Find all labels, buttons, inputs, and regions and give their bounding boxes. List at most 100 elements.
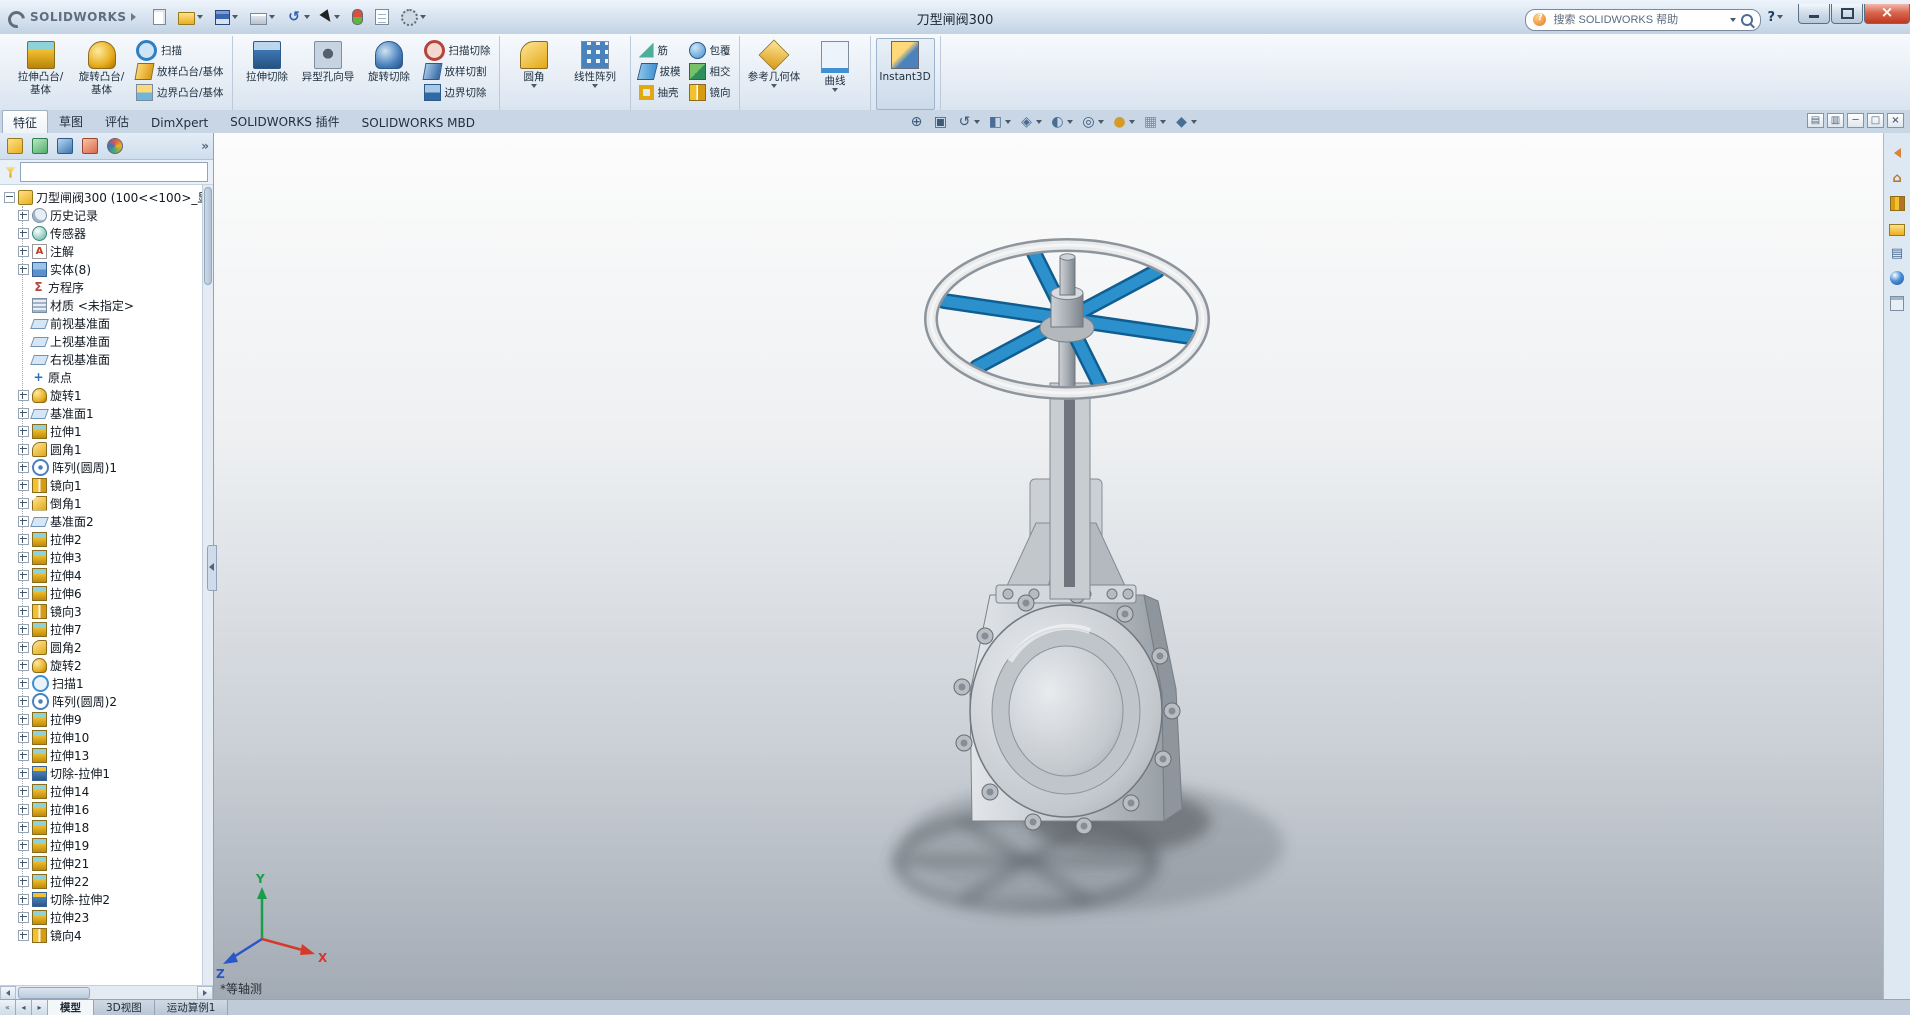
feature-tree-item[interactable]: 上视基准面 <box>0 332 213 350</box>
quick-access-button[interactable] <box>398 7 429 28</box>
ribbon-button[interactable]: 圆角 <box>505 38 564 110</box>
ribbon-button[interactable]: 边界切除 <box>421 82 494 102</box>
manager-tab[interactable] <box>29 135 51 157</box>
ribbon-button[interactable]: 旋转凸台/基体 <box>72 38 131 110</box>
feature-tree-item[interactable]: 材质 <未指定> <box>0 296 213 314</box>
expand-icon[interactable] <box>18 210 29 221</box>
expand-icon[interactable] <box>18 732 29 743</box>
expand-icon[interactable] <box>18 858 29 869</box>
expand-icon[interactable] <box>18 606 29 617</box>
ribbon-button[interactable]: 拔模 <box>636 61 684 81</box>
chevron-down-icon[interactable] <box>1129 120 1135 124</box>
feature-tree-item[interactable]: 历史记录 <box>0 206 213 224</box>
scroll-left-button[interactable] <box>0 986 16 1000</box>
feature-tree-item[interactable]: 拉伸3 <box>0 548 213 566</box>
close-button[interactable] <box>1864 4 1910 24</box>
task-pane-button[interactable] <box>1886 142 1908 164</box>
doc-restore-icon[interactable] <box>1867 113 1884 128</box>
view-toolbar-button[interactable] <box>905 112 928 131</box>
manager-tab[interactable] <box>4 135 26 157</box>
manager-tab[interactable] <box>79 135 101 157</box>
split-horizontal-icon[interactable] <box>1807 113 1824 128</box>
feature-tree-item[interactable]: 拉伸22 <box>0 872 213 890</box>
feature-tree-item[interactable]: 基准面1 <box>0 404 213 422</box>
ribbon-button[interactable]: 线性阵列 <box>566 38 625 110</box>
ribbon-button[interactable]: 筋 <box>636 40 684 60</box>
expand-icon[interactable] <box>18 912 29 923</box>
feature-tree-item[interactable]: 拉伸9 <box>0 710 213 728</box>
feature-tree-item[interactable]: 拉伸19 <box>0 836 213 854</box>
panel-splitter[interactable] <box>207 545 217 591</box>
feature-tree-item[interactable]: 前视基准面 <box>0 314 213 332</box>
ribbon-button[interactable]: 拉伸切除 <box>238 38 297 110</box>
expand-icon[interactable] <box>18 624 29 635</box>
first-tab-icon[interactable] <box>0 1000 16 1015</box>
collapse-icon[interactable] <box>4 192 15 203</box>
expand-icon[interactable] <box>18 480 29 491</box>
valve-body[interactable] <box>954 329 1182 834</box>
feature-tree-item[interactable]: 拉伸23 <box>0 908 213 926</box>
task-pane-button[interactable] <box>1886 217 1908 239</box>
expand-icon[interactable] <box>18 876 29 887</box>
command-tab[interactable]: 特征 <box>2 110 48 134</box>
expand-icon[interactable] <box>18 462 29 473</box>
command-tab[interactable]: DimXpert <box>140 112 219 133</box>
study-tab[interactable]: 运动算例1 <box>155 1000 229 1015</box>
quick-access-button[interactable] <box>349 7 366 27</box>
feature-tree-item[interactable]: 拉伸13 <box>0 746 213 764</box>
feature-tree-item[interactable]: 基准面2 <box>0 512 213 530</box>
chevron-down-icon[interactable] <box>1160 120 1166 124</box>
feature-tree-item[interactable]: 圆角2 <box>0 638 213 656</box>
quick-access-button[interactable] <box>372 7 392 27</box>
task-pane-button[interactable] <box>1886 242 1908 264</box>
expand-icon[interactable] <box>18 660 29 671</box>
expand-icon[interactable] <box>18 768 29 779</box>
feature-tree-item[interactable]: 拉伸16 <box>0 800 213 818</box>
feature-tree-item[interactable]: 右视基准面 <box>0 350 213 368</box>
previous-tab-icon[interactable] <box>16 1000 32 1015</box>
ribbon-button[interactable]: 参考几何体 <box>745 38 804 110</box>
manager-tab[interactable] <box>104 135 126 157</box>
feature-tree-item[interactable]: 拉伸2 <box>0 530 213 548</box>
ribbon-button[interactable]: 包覆 <box>686 40 734 60</box>
task-pane-button[interactable] <box>1886 267 1908 289</box>
ribbon-button[interactable]: 曲线 <box>806 38 865 110</box>
chevron-down-icon[interactable] <box>1036 120 1042 124</box>
ribbon-button[interactable]: 旋转切除 <box>360 38 419 110</box>
feature-tree-item[interactable]: 圆角1 <box>0 440 213 458</box>
study-tab[interactable]: 模型 <box>48 1000 94 1015</box>
next-tab-icon[interactable] <box>32 1000 48 1015</box>
expand-icon[interactable] <box>18 840 29 851</box>
expand-icon[interactable] <box>18 516 29 527</box>
expand-icon[interactable] <box>18 696 29 707</box>
ribbon-button[interactable]: Instant3D <box>876 38 935 110</box>
study-tab[interactable]: 3D视图 <box>94 1000 155 1015</box>
task-pane-button[interactable] <box>1886 292 1908 314</box>
expand-icon[interactable] <box>18 588 29 599</box>
ribbon-button[interactable]: 放样切割 <box>421 61 494 81</box>
view-toolbar-button[interactable] <box>1139 112 1169 131</box>
feature-tree-item[interactable]: 拉伸6 <box>0 584 213 602</box>
quick-access-button[interactable] <box>247 8 278 27</box>
chevron-down-icon[interactable] <box>197 15 203 19</box>
expand-icon[interactable] <box>18 930 29 941</box>
feature-tree-item[interactable]: 拉伸1 <box>0 422 213 440</box>
ribbon-button[interactable]: 异型孔向导 <box>299 38 358 110</box>
chevron-down-icon[interactable] <box>974 120 980 124</box>
doc-close-icon[interactable] <box>1887 113 1904 128</box>
expand-icon[interactable] <box>18 894 29 905</box>
task-pane-button[interactable] <box>1886 192 1908 214</box>
search-input[interactable] <box>1551 13 1725 27</box>
quick-access-button[interactable] <box>319 9 343 25</box>
expand-icon[interactable] <box>18 390 29 401</box>
tree-horizontal-scrollbar[interactable] <box>0 985 213 1000</box>
help-button[interactable] <box>1767 10 1783 25</box>
view-toolbar-button[interactable] <box>929 112 952 131</box>
feature-tree-item[interactable]: 原点 <box>0 368 213 386</box>
feature-tree-item[interactable]: 旋转1 <box>0 386 213 404</box>
chevron-down-icon[interactable] <box>1098 120 1104 124</box>
chevron-down-icon[interactable] <box>232 15 238 19</box>
feature-tree-root[interactable]: 刀型闸阀300 (100<<100>_显示 <box>0 188 213 206</box>
feature-tree-item[interactable]: 旋转2 <box>0 656 213 674</box>
expand-icon[interactable] <box>18 822 29 833</box>
